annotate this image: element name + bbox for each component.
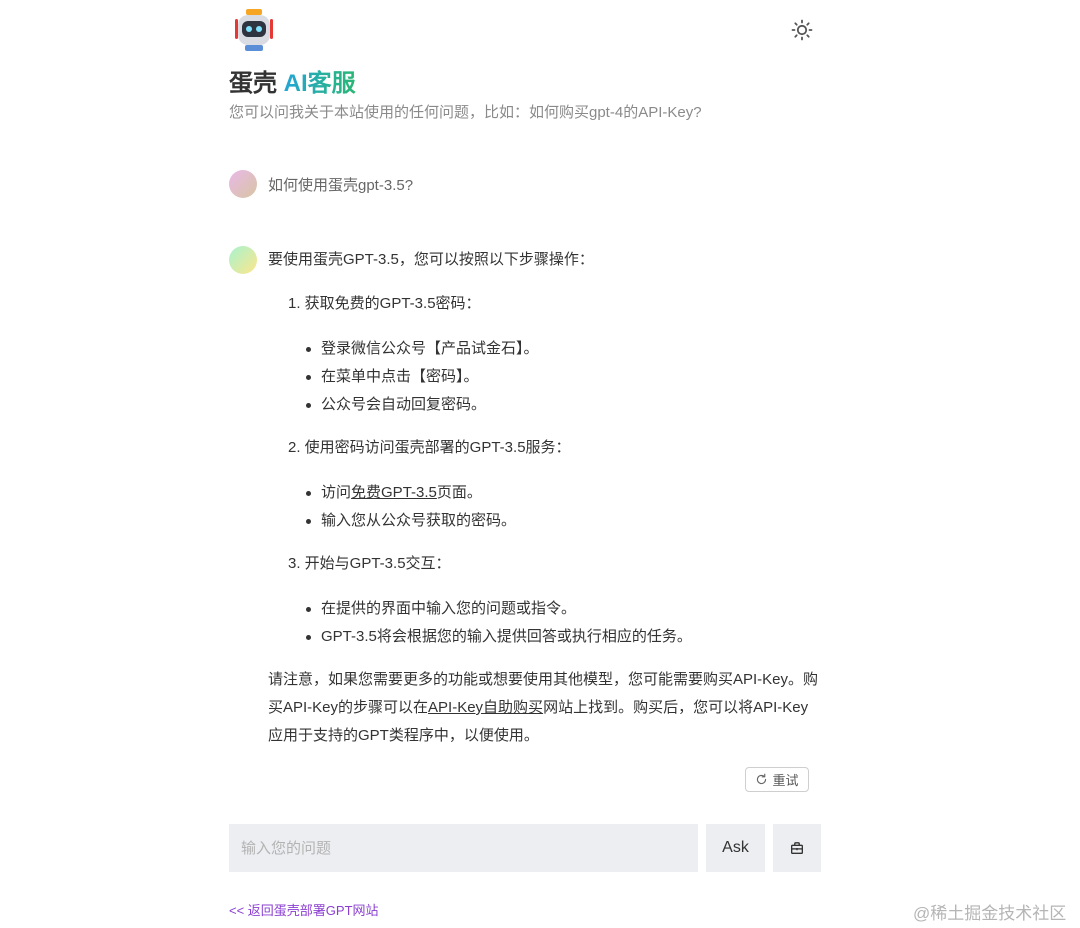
theme-toggle-button[interactable] <box>790 18 814 42</box>
api-key-purchase-link[interactable]: API-Key自助购买 <box>428 699 543 716</box>
page-subtitle: 您可以问我关于本站使用的任何问题，比如：如何购买gpt-4的API-Key? <box>229 104 702 121</box>
retry-button[interactable]: 重试 <box>745 767 809 792</box>
user-message: 如何使用蛋壳gpt-3.5? <box>229 170 821 198</box>
user-avatar <box>229 170 257 198</box>
question-input[interactable] <box>229 824 698 872</box>
bullet-text: 页面。 <box>436 484 482 501</box>
list-item: 在菜单中点击【密码】。 <box>306 363 479 391</box>
bot-intro: 要使用蛋壳GPT-3.5，您可以按照以下步骤操作： <box>268 251 594 268</box>
list-item: 在提供的界面中输入您的问题或指令。 <box>305 595 576 623</box>
title-prefix: 蛋壳 <box>229 70 284 97</box>
list-item: GPT-3.5将会根据您的输入提供回答或执行相应的任务。 <box>306 623 692 651</box>
list-item: 登录微信公众号【产品试金石】。 <box>306 335 539 363</box>
bot-note: 请注意，如果您需要更多的功能或想要使用其他模型，您可能需要购买API-Key。购… <box>268 666 821 750</box>
step-title: 2. 使用密码访问蛋壳部署的GPT-3.5服务： <box>288 439 571 456</box>
watermark: @稀土掘金技术社区 <box>913 904 1067 923</box>
refresh-icon <box>757 773 767 785</box>
robot-icon <box>231 7 277 53</box>
sun-icon <box>791 19 813 41</box>
retry-label: 重试 <box>772 773 799 788</box>
list-item: 访问免费GPT-3.5页面。 <box>306 479 482 507</box>
bot-avatar <box>229 246 257 274</box>
page-title: 蛋壳 AI客服 <box>229 63 356 98</box>
clear-button[interactable] <box>773 824 821 872</box>
bot-message: 要使用蛋壳GPT-3.5，您可以按照以下步骤操作： 1. 获取免费的GPT-3.… <box>229 246 821 756</box>
title-accent: AI客服 <box>283 70 356 97</box>
list-item: 输入您从公众号获取的密码。 <box>305 507 516 535</box>
free-gpt35-link[interactable]: 免费GPT-3.5 <box>351 484 437 501</box>
ask-button[interactable]: Ask <box>706 824 765 872</box>
list-item: 公众号会自动回复密码。 <box>305 391 486 419</box>
user-message-text: 如何使用蛋壳gpt-3.5? <box>268 177 414 194</box>
bullet-text: 访问 <box>321 484 352 501</box>
step-title: 1. 获取免费的GPT-3.5密码： <box>288 295 481 312</box>
step-title: 3. 开始与GPT-3.5交互： <box>288 555 451 572</box>
back-to-site-link[interactable]: << 返回蛋壳部署GPT网站 <box>229 900 379 919</box>
clear-bag-icon <box>791 842 803 854</box>
